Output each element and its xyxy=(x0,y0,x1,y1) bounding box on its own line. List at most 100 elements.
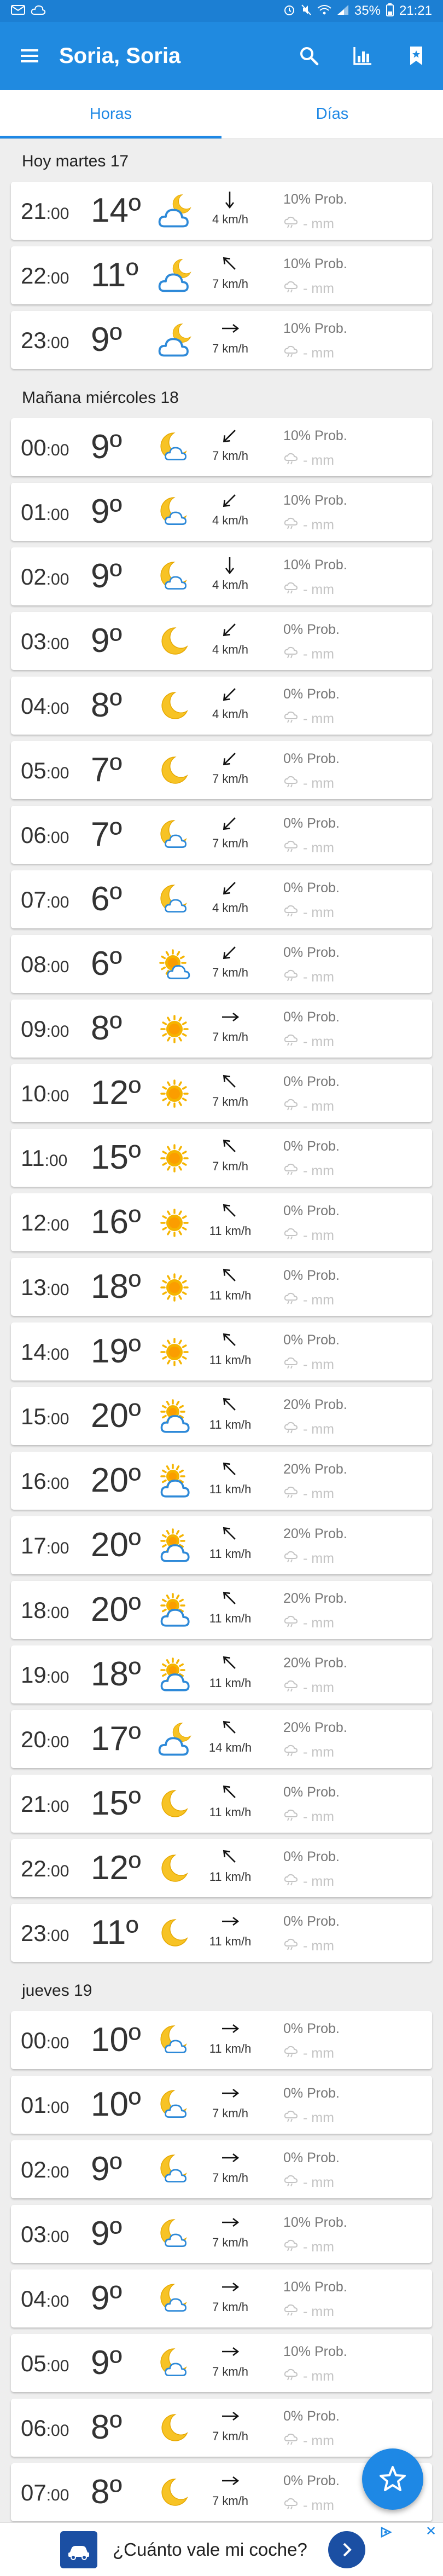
hour-forecast-row[interactable]: 15:00 20º 11 km/h 20% Prob. - mm xyxy=(11,1387,432,1445)
degree-symbol: º xyxy=(128,1591,141,1628)
hour-forecast-row[interactable]: 00:00 9º 7 km/h 10% Prob. - mm xyxy=(11,418,432,476)
temperature-value: 8 xyxy=(91,2473,110,2511)
hour-forecast-row[interactable]: 01:00 9º 4 km/h 10% Prob. - mm xyxy=(11,483,432,541)
temperature: 9º xyxy=(91,624,122,658)
hour-forecast-row[interactable]: 17:00 20º 11 km/h 20% Prob. - mm xyxy=(11,1516,432,1574)
menu-button[interactable] xyxy=(0,22,59,90)
ad-banner[interactable]: ¿Cuánto vale mi coche? ✕ xyxy=(0,2522,443,2576)
temperature-value: 18 xyxy=(91,1655,129,1693)
degree-symbol: º xyxy=(109,816,123,853)
hour-forecast-row[interactable]: 13:00 18º 11 km/h 0% Prob. - mm xyxy=(11,1258,432,1316)
precipitation-amount: - mm xyxy=(303,2046,334,2061)
wind-speed: 7 km/h xyxy=(212,342,249,355)
hour-forecast-row[interactable]: 09:00 8º 7 km/h 0% Prob. - mm xyxy=(11,1000,432,1058)
hour-forecast-row[interactable]: 23:00 9º 7 km/h 10% Prob. - mm xyxy=(11,311,432,369)
hour-forecast-row[interactable]: 02:00 9º 4 km/h 10% Prob. - mm xyxy=(11,547,432,605)
partly-cloudy-icon xyxy=(156,1528,193,1564)
temperature: 20º xyxy=(91,1464,141,1498)
temperature: 7º xyxy=(91,816,123,853)
location-title[interactable]: Soria, Soria xyxy=(59,44,282,68)
wind-direction-arrow-icon xyxy=(218,2147,242,2169)
search-button[interactable] xyxy=(282,22,336,90)
wind-direction-arrow-icon xyxy=(218,253,242,275)
bookmark-button[interactable] xyxy=(389,22,443,90)
hour-forecast-row[interactable]: 05:00 9º 7 km/h 10% Prob. - mm xyxy=(11,2334,432,2392)
hour-value: 02 xyxy=(21,564,46,590)
degree-symbol: º xyxy=(128,1074,141,1112)
degree-symbol: º xyxy=(128,1784,141,1822)
rain-cloud-icon xyxy=(283,1422,299,1437)
hour-forecast-row[interactable]: 18:00 20º 11 km/h 20% Prob. - mm xyxy=(11,1581,432,1639)
rain-probability: 0% Prob. xyxy=(283,1074,340,1089)
hour-forecast-row[interactable]: 02:00 9º 7 km/h 0% Prob. - mm xyxy=(11,2140,432,2198)
temperature-value: 17 xyxy=(91,1720,129,1758)
wind-speed: 7 km/h xyxy=(212,2429,249,2443)
hour-forecast-row[interactable]: 01:00 10º 7 km/h 0% Prob. - mm xyxy=(11,2076,432,2134)
rain-cloud-icon xyxy=(283,969,299,985)
hour-forecast-row[interactable]: 21:00 14º 4 km/h 10% Prob. - mm xyxy=(11,182,432,240)
hour-forecast-row[interactable]: 04:00 8º 4 km/h 0% Prob. - mm xyxy=(11,677,432,735)
rain-cloud-icon xyxy=(283,905,299,921)
moon-cloud-icon xyxy=(156,430,193,466)
hour-label: 06:00 xyxy=(21,824,69,850)
tab-dias[interactable]: Días xyxy=(222,90,443,138)
hour-forecast-row[interactable]: 22:00 12º 11 km/h 0% Prob. - mm xyxy=(11,1839,432,1897)
temperature: 8º xyxy=(91,2411,122,2445)
degree-symbol: º xyxy=(109,2344,123,2382)
hourly-forecast-list[interactable]: Hoy martes 17 21:00 14º 4 km/h 10% Prob. - mm… xyxy=(0,139,443,2528)
hour-forecast-row[interactable]: 04:00 9º 7 km/h 10% Prob. - mm xyxy=(11,2269,432,2327)
hour-forecast-row[interactable]: 23:00 11º 11 km/h 0% Prob. - mm xyxy=(11,1904,432,1962)
hour-forecast-row[interactable]: 03:00 9º 4 km/h 0% Prob. - mm xyxy=(11,612,432,670)
ad-choices-icon[interactable] xyxy=(380,2526,395,2538)
hour-forecast-row[interactable]: 07:00 6º 4 km/h 0% Prob. - mm xyxy=(11,870,432,928)
hour-forecast-row[interactable]: 21:00 15º 11 km/h 0% Prob. - mm xyxy=(11,1775,432,1833)
rain-cloud-icon xyxy=(283,1874,299,1890)
battery-icon xyxy=(386,3,394,19)
wind-speed: 7 km/h xyxy=(212,2300,249,2314)
precipitation: - mm xyxy=(283,1938,334,1954)
hour-value: 02 xyxy=(21,2157,46,2182)
hour-forecast-row[interactable]: 22:00 11º 7 km/h 10% Prob. - mm xyxy=(11,246,432,304)
precipitation-amount: - mm xyxy=(303,1809,334,1824)
temperature-value: 8 xyxy=(91,686,110,724)
hour-forecast-row[interactable]: 05:00 7º 7 km/h 0% Prob. - mm xyxy=(11,741,432,799)
favorite-fab-button[interactable] xyxy=(362,2448,423,2510)
precipitation-amount: - mm xyxy=(303,2498,334,2513)
hour-forecast-row[interactable]: 08:00 6º 7 km/h 0% Prob. - mm xyxy=(11,935,432,993)
hour-value: 06 xyxy=(21,2415,46,2441)
precipitation-amount: - mm xyxy=(303,1938,334,1954)
temperature-value: 14 xyxy=(91,192,129,229)
ad-go-button[interactable] xyxy=(328,2531,365,2568)
hour-value: 11 xyxy=(21,1145,45,1171)
temperature-value: 9 xyxy=(91,321,110,359)
precipitation: - mm xyxy=(283,1228,334,1244)
sun-icon xyxy=(156,1076,193,1112)
chart-button[interactable] xyxy=(336,22,389,90)
hour-label: 22:00 xyxy=(21,264,69,290)
star-icon xyxy=(380,2466,406,2491)
hour-forecast-row[interactable]: 06:00 8º 7 km/h 0% Prob. - mm xyxy=(11,2399,432,2457)
hour-forecast-row[interactable]: 10:00 12º 7 km/h 0% Prob. - mm xyxy=(11,1064,432,1122)
hour-value: 10 xyxy=(21,1081,46,1106)
hour-forecast-row[interactable]: 03:00 9º 7 km/h 10% Prob. - mm xyxy=(11,2205,432,2263)
precipitation-amount: - mm xyxy=(303,646,334,662)
hour-forecast-row[interactable]: 11:00 15º 7 km/h 0% Prob. - mm xyxy=(11,1129,432,1187)
wind-direction-arrow-icon xyxy=(218,1006,242,1028)
hour-value: 21 xyxy=(21,1791,46,1817)
hour-forecast-row[interactable]: 06:00 7º 7 km/h 0% Prob. - mm xyxy=(11,806,432,864)
ad-text[interactable]: ¿Cuánto vale mi coche? xyxy=(113,2539,307,2560)
cloud-icon xyxy=(31,4,46,18)
hour-value: 09 xyxy=(21,1016,46,1042)
hour-forecast-row[interactable]: 19:00 18º 11 km/h 20% Prob. - mm xyxy=(11,1645,432,1703)
ad-close-button[interactable]: ✕ xyxy=(425,2525,436,2538)
wind-direction-arrow-icon xyxy=(218,425,242,447)
hour-value: 00 xyxy=(21,2028,46,2053)
hour-forecast-row[interactable]: 16:00 20º 11 km/h 20% Prob. - mm xyxy=(11,1452,432,1510)
wind-speed: 4 km/h xyxy=(212,513,249,527)
tab-horas[interactable]: Horas xyxy=(0,90,222,138)
hour-forecast-row[interactable]: 00:00 10º 11 km/h 0% Prob. - mm xyxy=(11,2011,432,2069)
hour-forecast-row[interactable]: 14:00 19º 11 km/h 0% Prob. - mm xyxy=(11,1322,432,1381)
hour-forecast-row[interactable]: 12:00 16º 11 km/h 0% Prob. - mm xyxy=(11,1193,432,1251)
rain-cloud-icon xyxy=(283,1745,299,1760)
hour-forecast-row[interactable]: 20:00 17º 14 km/h 20% Prob. - mm xyxy=(11,1710,432,1768)
